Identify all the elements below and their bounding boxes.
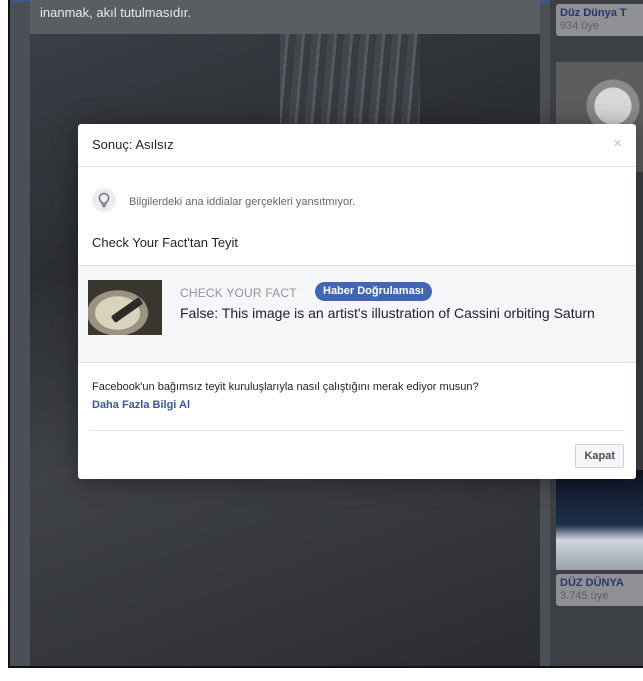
post-caption: inanmak, akıl tutulmasıdır. [30,0,540,34]
verdict-text: Bilgilerdeki ana iddialar gerçekleri yan… [129,196,356,208]
dialog-title: Sonuç: Asılsız [92,137,174,152]
info-question: Facebook'un bağımsız teyit kuruluşlarıyl… [92,381,479,393]
page-frame: inanmak, akıl tutulmasıdır. Düz Dünya T … [8,0,643,668]
group-card[interactable]: Düz Dünya T 934 üye [556,4,643,36]
fact-check-dialog: Sonuç: Asılsız × Bilgilerdeki ana iddial… [78,124,636,479]
fact-check-article[interactable]: CHECK YOUR FACT Haber Doğrulaması False:… [78,265,636,363]
dialog-header: Sonuç: Asılsız × [78,124,636,167]
group-name[interactable]: Düz Dünya T [556,4,643,19]
close-button[interactable]: Kapat [575,444,624,468]
fact-check-badge: Haber Doğrulaması [315,282,432,301]
group-name[interactable]: DÜZ DÜNYA [556,574,643,589]
section-title: Check Your Fact'tan Teyit [92,235,239,250]
dialog-divider [90,430,624,431]
learn-more-link[interactable]: Daha Fazla Bilgi Al [92,399,190,411]
lightbulb-icon [92,188,116,212]
group-members: 934 üye [560,20,600,32]
article-source: CHECK YOUR FACT [180,286,297,300]
spacecraft-shape [110,296,144,324]
group-card[interactable]: DÜZ DÜNYA 3.745 üye [556,574,643,606]
group-thumbnail[interactable] [556,470,643,570]
close-icon[interactable]: × [613,135,622,152]
group-members: 3.745 üye [560,590,609,602]
article-headline[interactable]: False: This image is an artist's illustr… [180,304,620,322]
article-thumbnail[interactable] [88,280,162,335]
